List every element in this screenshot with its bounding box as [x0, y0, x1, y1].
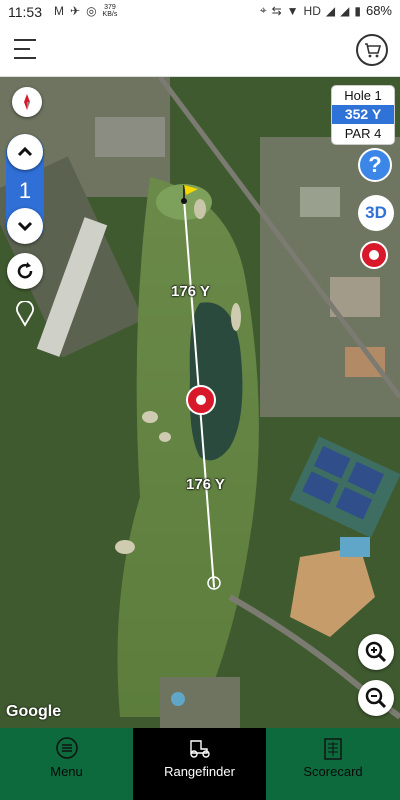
status-time: 11:53: [8, 4, 42, 20]
layup-marker-icon[interactable]: [360, 241, 388, 269]
location-pin-icon[interactable]: [14, 300, 36, 332]
battery-level: 68%: [365, 3, 392, 18]
network-speed-value: 379: [104, 4, 116, 11]
shopping-cart-icon[interactable]: [356, 34, 388, 66]
scorecard-icon: [322, 737, 344, 766]
location-icon: ⌖: [259, 3, 267, 17]
app-notification-icon: ◎: [86, 4, 97, 18]
google-attribution: Google: [6, 703, 62, 720]
hole-label: Hole 1: [344, 88, 382, 103]
bottom-navigation: Menu Rangefinder Scorecard: [0, 728, 400, 800]
notification-icons: M ✈ ◎ 379 KB/s: [54, 4, 117, 18]
upper-distance-label: 176 Y: [171, 283, 210, 300]
previous-hole-chevron-down-icon[interactable]: [7, 208, 43, 244]
nav-rangefinder[interactable]: Rangefinder: [133, 728, 266, 800]
signal-icon: ◢: [325, 3, 336, 18]
hole-distance: 352 Y: [332, 105, 394, 124]
help-button[interactable]: ?: [358, 148, 392, 182]
golf-cart-icon: [187, 737, 213, 764]
system-icons: ⌖ ⇆ ▼ HD ◢ ◢ ▮ 68%: [260, 3, 392, 18]
battery-icon: ▮: [354, 3, 361, 18]
hole-info-box: Hole 1 352 Y PAR 4: [331, 85, 395, 145]
current-hole-number: 1: [18, 178, 32, 203]
menu-circle-icon: [55, 737, 78, 764]
3d-view-button[interactable]: 3D: [358, 195, 394, 231]
nav-rangefinder-label: Rangefinder: [164, 764, 235, 779]
lower-distance-label: 176 Y: [186, 476, 225, 493]
hamburger-menu-icon[interactable]: [14, 39, 38, 61]
hole-par: PAR 4: [344, 126, 382, 141]
zoom-out-button[interactable]: [358, 680, 394, 716]
gmail-icon: M: [54, 4, 64, 18]
nav-scorecard[interactable]: Scorecard: [266, 728, 400, 800]
vibrate-icon: ⇆: [271, 3, 282, 18]
network-type: HD: [303, 3, 321, 18]
wifi-icon: ▼: [286, 3, 299, 18]
zoom-in-icon: [365, 641, 387, 663]
signal-icon-2: ◢: [340, 3, 350, 18]
target-marker-icon[interactable]: [186, 385, 216, 415]
app-header: [0, 24, 400, 77]
network-speed-unit: KB/s: [102, 11, 118, 18]
network-speed: 379 KB/s: [103, 4, 118, 18]
next-hole-chevron-up-icon[interactable]: [7, 134, 43, 170]
zoom-in-button[interactable]: [358, 634, 394, 670]
compass-icon[interactable]: [12, 87, 42, 117]
satellite-map[interactable]: 176 Y 176 Y 1 Hole 1 352 Y PAR 4 ? 3D Go…: [0, 77, 400, 728]
refresh-icon[interactable]: [7, 253, 43, 289]
zoom-out-icon: [365, 687, 387, 709]
telegram-icon: ✈: [70, 4, 81, 18]
nav-menu-label: Menu: [50, 764, 83, 779]
nav-scorecard-label: Scorecard: [303, 764, 363, 779]
nav-menu[interactable]: Menu: [0, 728, 133, 800]
status-bar: 11:53 M ✈ ◎ 379 KB/s ⌖ ⇆ ▼ HD ◢ ◢ ▮ 68%: [0, 0, 400, 24]
pin-flag-icon: [181, 185, 198, 204]
tee-marker-icon: [207, 576, 221, 590]
